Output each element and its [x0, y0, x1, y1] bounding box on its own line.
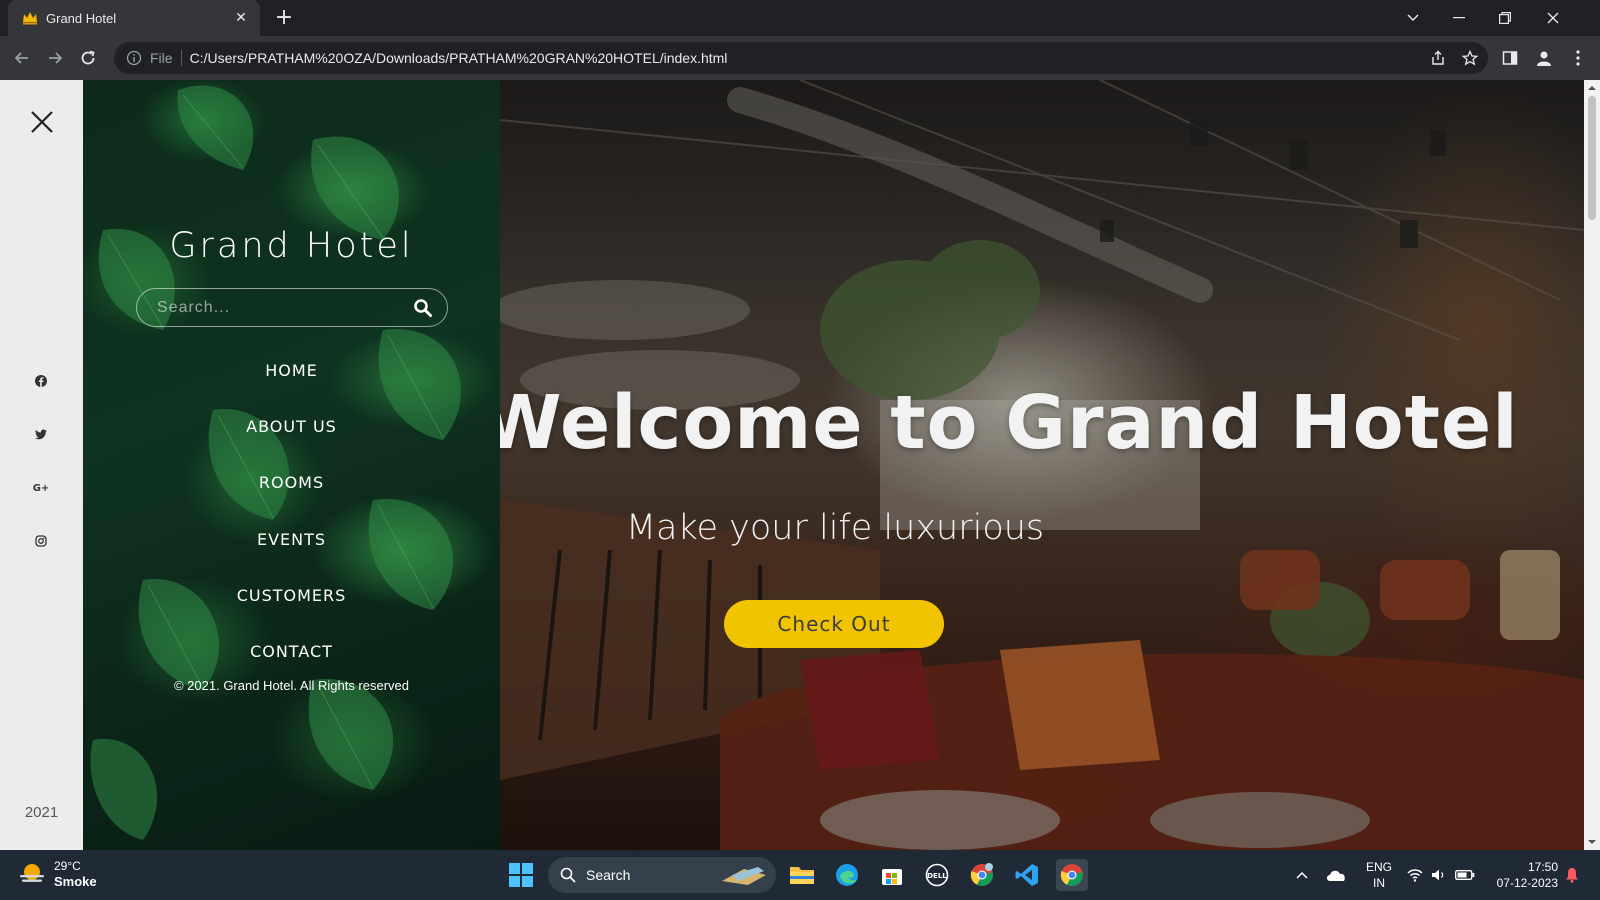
browser-tab-strip: Grand Hotel ✕ +: [0, 0, 1600, 36]
left-rail: G+ 2021: [0, 80, 83, 850]
hero-tagline: Make your life luxurious: [625, 508, 1045, 548]
hero-heading: Welcome to Grand Hotel: [500, 380, 1519, 466]
nav-customers[interactable]: CUSTOMERS: [83, 567, 500, 623]
instagram-icon[interactable]: [33, 533, 49, 549]
minimize-button[interactable]: [1436, 0, 1482, 36]
scroll-up-arrow-icon[interactable]: [1588, 84, 1596, 92]
new-tab-button[interactable]: +: [270, 4, 298, 32]
forward-arrow-icon[interactable]: [41, 44, 69, 72]
restore-button[interactable]: [1482, 0, 1528, 36]
nav-contact[interactable]: CONTACT: [83, 623, 500, 679]
language-indicator[interactable]: ENG IN: [1362, 859, 1396, 891]
browser-toolbar: File C:/Users/PRATHAM%20OZA/Downloads/PR…: [0, 36, 1600, 80]
notification-bell-icon[interactable]: [1560, 850, 1584, 900]
language-code: ENG: [1365, 860, 1392, 874]
search-highlight-icon: [722, 867, 766, 885]
vscode-icon[interactable]: [1011, 859, 1043, 891]
address-bar[interactable]: File C:/Users/PRATHAM%20OZA/Downloads/PR…: [114, 42, 1488, 74]
battery-icon[interactable]: [1452, 850, 1478, 900]
site-info-icon[interactable]: [126, 50, 142, 66]
hero-section: Welcome to Grand Hotel Make your life lu…: [500, 80, 1584, 850]
back-arrow-icon[interactable]: [8, 44, 36, 72]
dell-app-icon[interactable]: DELL: [921, 859, 953, 891]
copyright-text: © 2021. Grand Hotel. All Rights reserved: [173, 678, 410, 693]
nav-rooms[interactable]: ROOMS: [83, 455, 500, 511]
close-menu-icon[interactable]: [28, 108, 56, 136]
url-scheme-label: File: [150, 50, 182, 66]
taskbar-search-icon: [560, 867, 576, 883]
tab-title: Grand Hotel: [46, 10, 117, 26]
main-nav: HOME ABOUT US ROOMS EVENTS CUSTOMERS CON…: [83, 342, 500, 680]
reload-icon[interactable]: [74, 44, 102, 72]
microsoft-store-icon[interactable]: [876, 859, 908, 891]
volume-icon[interactable]: [1428, 850, 1450, 900]
wifi-icon[interactable]: [1404, 850, 1426, 900]
system-clock[interactable]: 17:50 07-12-2023: [1488, 859, 1558, 891]
chrome-profile-icon[interactable]: [966, 859, 998, 891]
scrollbar-thumb[interactable]: [1588, 96, 1596, 220]
search-input[interactable]: [157, 298, 413, 317]
nav-about-us[interactable]: ABOUT US: [83, 398, 500, 454]
check-out-button[interactable]: Check Out: [724, 600, 944, 648]
region-code: IN: [1373, 876, 1385, 890]
weather-haze-icon: [20, 864, 44, 882]
side-panel-icon[interactable]: [1496, 44, 1524, 72]
show-hidden-icons-chevron[interactable]: [1290, 850, 1314, 900]
share-icon[interactable]: [1424, 44, 1452, 72]
weather-temperature: 29°C: [54, 859, 81, 873]
brand-title: Grand Hotel: [169, 226, 414, 266]
clock-time: 17:50: [1527, 860, 1558, 874]
nav-home[interactable]: HOME: [83, 342, 500, 398]
rail-year: 2021: [24, 804, 59, 821]
google-plus-icon[interactable]: G+: [33, 480, 50, 496]
chrome-icon[interactable]: [1056, 859, 1088, 891]
clock-date: 07-12-2023: [1496, 876, 1558, 890]
weather-widget[interactable]: 29°C Smoke: [18, 858, 97, 890]
vertical-scrollbar[interactable]: [1584, 80, 1600, 850]
windows-taskbar: 29°C Smoke Search DELL ENG IN 17:50 07-1…: [0, 850, 1600, 900]
nav-events[interactable]: EVENTS: [83, 511, 500, 567]
tab-close-icon[interactable]: ✕: [232, 10, 250, 26]
search-box: [136, 288, 448, 327]
file-explorer-icon[interactable]: [786, 859, 818, 891]
side-menu-panel: Grand Hotel HOME ABOUT US ROOMS EVENTS C…: [83, 80, 500, 850]
taskbar-search-label: Search: [586, 867, 631, 883]
edge-browser-icon[interactable]: [831, 859, 863, 891]
bookmark-star-icon[interactable]: [1456, 44, 1484, 72]
browser-menu-kebab-icon[interactable]: [1564, 44, 1592, 72]
page-viewport: G+ 2021 Grand Hotel Search... HOME ABOUT…: [0, 80, 1600, 850]
crown-favicon-icon: [23, 12, 37, 25]
search-icon[interactable]: [413, 298, 433, 318]
twitter-icon[interactable]: [33, 426, 49, 442]
browser-tab[interactable]: Grand Hotel ✕: [8, 0, 260, 36]
close-window-button[interactable]: [1530, 0, 1576, 36]
onedrive-cloud-icon[interactable]: [1322, 850, 1350, 900]
taskbar-search[interactable]: Search: [548, 857, 776, 893]
scroll-down-arrow-icon[interactable]: [1588, 838, 1596, 846]
windows-start-icon[interactable]: [509, 863, 533, 887]
profile-avatar-icon[interactable]: [1530, 44, 1558, 72]
url-text[interactable]: C:/Users/PRATHAM%20OZA/Downloads/PRATHAM…: [190, 50, 728, 66]
svg-text:DELL: DELL: [927, 872, 947, 880]
weather-description: Smoke: [54, 874, 97, 889]
tab-search-chevron-icon[interactable]: [1390, 0, 1436, 36]
facebook-icon[interactable]: [33, 373, 49, 389]
